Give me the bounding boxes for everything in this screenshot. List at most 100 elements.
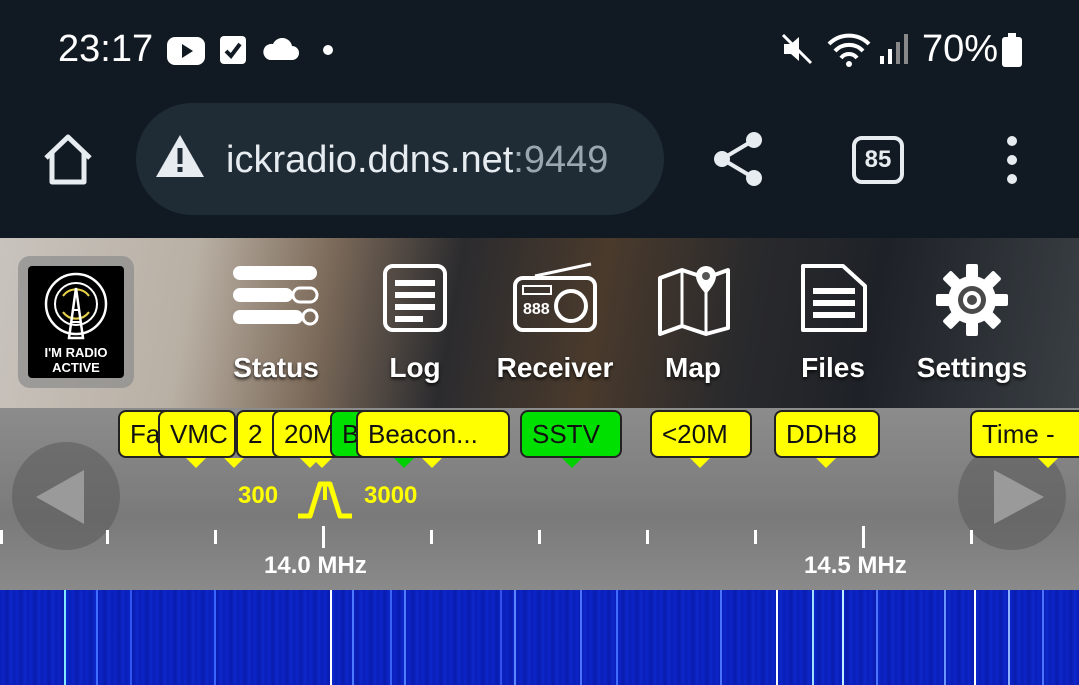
nav-files[interactable]: Files: [788, 238, 878, 408]
nav-receiver[interactable]: 888 Receiver: [492, 238, 618, 408]
bookmark-pointer: [816, 458, 836, 468]
signal-trace: [514, 590, 516, 685]
signal-trace: [330, 590, 332, 685]
passband-marker-icon[interactable]: [298, 480, 352, 520]
scale-tick: [214, 530, 217, 544]
scale-tick: [106, 530, 109, 544]
log-icon: [383, 264, 447, 332]
bookmark-pointer: [422, 458, 442, 468]
logo-text-line2: ACTIVE: [52, 360, 100, 375]
logo[interactable]: I'M RADIO ACTIVE: [18, 256, 134, 388]
signal-icon: [880, 34, 908, 64]
signal-trace: [1008, 590, 1010, 685]
signal-trace: [500, 590, 502, 685]
signal-trace: [720, 590, 722, 685]
scale-tick: [862, 526, 865, 548]
status-bar: 23:17 70%: [0, 0, 1079, 100]
signal-trace: [876, 590, 878, 685]
scale-tick: [538, 530, 541, 544]
url-text[interactable]: ickradio.ddns.net:9449: [226, 139, 608, 182]
svg-text:888: 888: [523, 301, 550, 318]
nav-settings[interactable]: Settings: [910, 238, 1034, 408]
logo-text-line1: I'M RADIO: [44, 345, 108, 360]
tab-count-button[interactable]: 85: [852, 136, 904, 184]
signal-trace: [776, 590, 778, 685]
browser-toolbar: ickradio.ddns.net:9449 85: [0, 100, 1079, 238]
scale-tick: [970, 530, 973, 544]
bookmark[interactable]: Beacon...: [356, 410, 510, 458]
waterfall-display[interactable]: [0, 590, 1079, 685]
bookmark[interactable]: <20M: [650, 410, 752, 458]
nav-map[interactable]: Map: [648, 238, 738, 408]
signal-trace: [96, 590, 98, 685]
nav-status-label: Status: [233, 352, 319, 383]
passband-high-label: 3000: [364, 482, 418, 509]
passband-low-label: 300: [238, 482, 279, 509]
scale-tick: [646, 530, 649, 544]
nav-log-label: Log: [389, 352, 441, 383]
signal-trace: [1042, 590, 1044, 685]
gear-icon: [936, 264, 1008, 336]
bookmark-pointer: [394, 458, 414, 468]
battery-icon: [1002, 33, 1022, 67]
bookmark[interactable]: DDH8: [774, 410, 880, 458]
scale-tick: [754, 530, 757, 544]
bookmark-pointer: [562, 458, 582, 468]
scale-tick: [0, 530, 3, 544]
nav-receiver-label: Receiver: [496, 352, 614, 383]
address-bar[interactable]: ickradio.ddns.net:9449: [136, 103, 664, 215]
scroll-left-button[interactable]: [12, 442, 120, 550]
radio-tower-icon: [44, 272, 108, 340]
frequency-scale[interactable]: Fa VMC 2 20M B Beacon... SSTV <20M DDH8 …: [0, 408, 1079, 590]
bookmark-pointer: [186, 458, 206, 468]
signal-trace: [352, 590, 354, 685]
dot-icon: [323, 45, 333, 55]
status-icon: [233, 266, 319, 326]
nav-log[interactable]: Log: [370, 238, 460, 408]
bookmark-pointer: [1038, 458, 1058, 468]
url-host: ickradio.ddns.net: [226, 139, 514, 181]
youtube-icon: [167, 37, 205, 65]
nav-status[interactable]: Status: [216, 238, 336, 408]
warning-icon[interactable]: [154, 133, 206, 179]
bookmark-pointer: [312, 458, 332, 468]
bookmark[interactable]: VMC: [158, 410, 236, 458]
battery-percent: 70%: [922, 28, 999, 70]
url-port: :9449: [513, 139, 609, 181]
clock: 23:17: [58, 28, 154, 70]
radio-icon: 888: [513, 262, 597, 332]
home-icon[interactable]: [40, 132, 96, 186]
triangle-right-icon: [994, 470, 1044, 524]
wifi-icon: [827, 33, 871, 67]
mute-icon: [781, 33, 813, 65]
signal-trace: [64, 590, 66, 685]
scale-label: 14.0 MHz: [264, 552, 367, 579]
more-menu-icon[interactable]: [1000, 134, 1024, 186]
scale-label: 14.5 MHz: [804, 552, 907, 579]
signal-trace: [214, 590, 216, 685]
nav-files-label: Files: [801, 352, 865, 383]
signal-trace: [842, 590, 844, 685]
scale-tick: [430, 530, 433, 544]
map-icon: [658, 266, 730, 336]
signal-trace: [616, 590, 618, 685]
cloud-icon: [263, 38, 299, 60]
share-icon[interactable]: [710, 130, 766, 188]
signal-trace: [812, 590, 814, 685]
scale-tick: [322, 526, 325, 548]
bookmark[interactable]: Time -: [970, 410, 1079, 458]
nav-map-label: Map: [665, 352, 721, 383]
bookmark[interactable]: SSTV: [520, 410, 622, 458]
checkbox-icon: [220, 36, 246, 64]
bookmark-pointer: [690, 458, 710, 468]
signal-trace: [580, 590, 582, 685]
app-header: I'M RADIO ACTIVE Status Log 888 Receiver…: [0, 238, 1079, 408]
signal-trace: [390, 590, 392, 685]
triangle-left-icon: [36, 470, 84, 524]
signal-trace: [130, 590, 132, 685]
files-icon: [801, 264, 867, 332]
signal-trace: [404, 590, 406, 685]
signal-trace: [974, 590, 976, 685]
signal-trace: [944, 590, 946, 685]
logo-image: I'M RADIO ACTIVE: [28, 266, 124, 378]
